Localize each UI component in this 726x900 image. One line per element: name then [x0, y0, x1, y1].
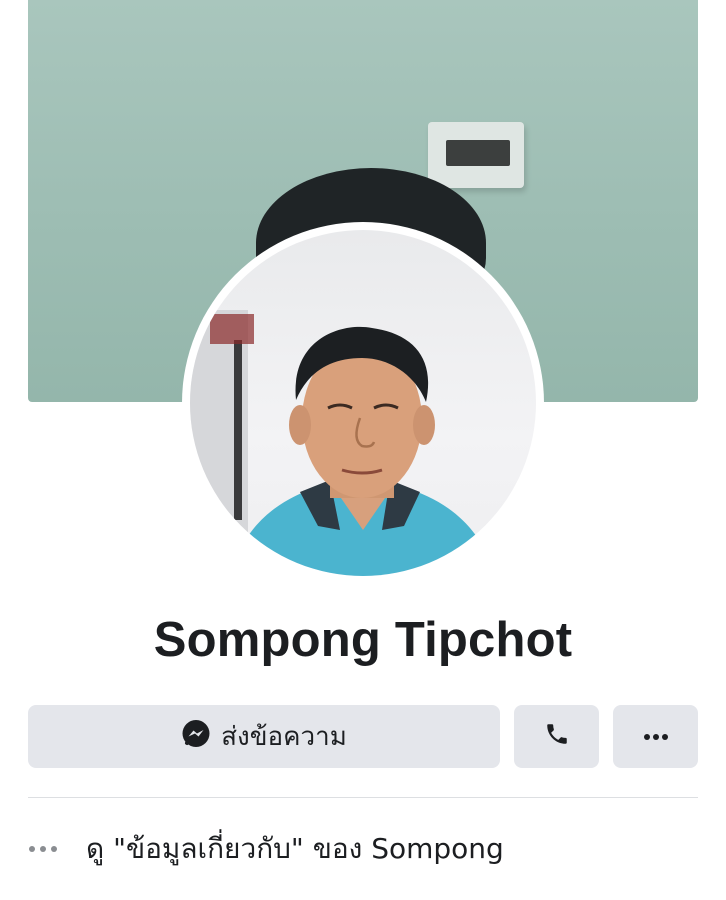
profile-page: Sompong Tipchot ส่งข้อความ ดู "ข้อมูลเกี… — [0, 0, 726, 900]
more-dots-icon — [28, 845, 64, 853]
messenger-icon — [181, 719, 211, 754]
profile-picture-illustration — [190, 310, 495, 576]
profile-picture[interactable] — [190, 230, 536, 576]
phone-icon — [544, 721, 570, 752]
more-dots-icon — [643, 728, 669, 746]
profile-name: Sompong Tipchot — [153, 613, 573, 667]
send-message-label: ส่งข้อความ — [221, 722, 347, 752]
section-divider — [28, 797, 698, 798]
cover-wall-device — [428, 122, 524, 188]
about-info-link[interactable]: ดู "ข้อมูลเกี่ยวกับ" ของ Sompong — [28, 826, 504, 872]
about-info-text: ดู "ข้อมูลเกี่ยวกับ" ของ Sompong — [86, 832, 504, 865]
more-options-button[interactable] — [613, 705, 698, 768]
profile-actions: ส่งข้อความ — [28, 705, 698, 768]
call-button[interactable] — [514, 705, 599, 768]
send-message-button[interactable]: ส่งข้อความ — [28, 705, 500, 768]
